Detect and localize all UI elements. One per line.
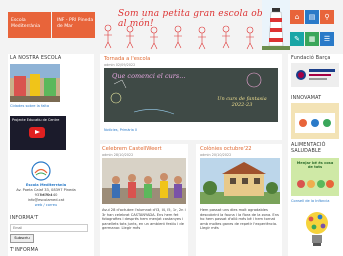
section-title-tinforma: T'INFORMA xyxy=(10,248,39,253)
nav-tab-inf-label: INF - PRI Pineda de Mar xyxy=(57,18,94,29)
menu-icon[interactable]: ☰ xyxy=(320,32,334,46)
section-title-fundacio: Fundació Barça xyxy=(291,56,331,61)
nav-tab-escola-label: Escola Mediterrània xyxy=(11,18,41,29)
section-title-innovamat: INNOVAMAT xyxy=(291,96,322,101)
colonies-photo[interactable] xyxy=(200,158,280,204)
chalkboard-image[interactable]: Que comenci el curs... Un curs de fantas… xyxy=(104,68,278,122)
document-icon[interactable]: ▤ xyxy=(305,10,319,24)
section-title-la-nostra-escola: LA NOSTRA ESCOLA xyxy=(10,56,62,61)
school-logo xyxy=(31,161,51,181)
post-excerpt-colonies: Hem passat uns dies molt agradables desc… xyxy=(200,208,279,231)
video-thumbnail[interactable]: Projecte Educatiu de Centre xyxy=(10,116,66,150)
play-icon[interactable] xyxy=(29,127,45,138)
email-field[interactable] xyxy=(10,224,88,232)
post-meta-colonies: admin 20/10/2022 xyxy=(200,153,232,157)
castanyada-photo[interactable] xyxy=(102,158,186,204)
innovamat-image[interactable] xyxy=(291,103,339,139)
home-icon[interactable]: ⌂ xyxy=(290,10,304,24)
post-title-castanyada[interactable]: Celebrem CastellWeert xyxy=(102,146,162,152)
department-icon[interactable]: ▦ xyxy=(305,32,319,46)
children-doodle-banner xyxy=(104,24,254,50)
post-meta-castanyada: admin 28/10/2022 xyxy=(102,153,134,157)
section-title-informat: INFORMA'T xyxy=(10,216,39,221)
logo-text: Escola Mediterrània xyxy=(25,183,67,187)
post-categories[interactable]: Notícies, Primària 0 xyxy=(104,128,137,132)
nav-tab-escola[interactable]: Escola Mediterrània xyxy=(8,12,51,38)
address-phone: 937 670 140 xyxy=(34,193,58,197)
fundacio-barca-banner[interactable] xyxy=(291,63,339,87)
address-email[interactable]: info@escolamed.cat xyxy=(14,198,78,203)
post-title-tornada[interactable]: Tornada a l'escola xyxy=(104,56,150,62)
photo-caption[interactable]: Cidades sobre la falta xyxy=(10,104,49,109)
address-links[interactable]: web / correu xyxy=(14,203,78,208)
lighthouse-illustration xyxy=(262,0,290,50)
nav-tab-inf-pri[interactable]: INF - PRI Pineda de Mar xyxy=(52,12,95,38)
healthy-eating-banner[interactable]: Menjar bé és cosa de tots xyxy=(291,158,339,196)
consell-caption[interactable]: Consell de la Infància xyxy=(291,199,329,204)
chalk-drawings xyxy=(110,72,262,115)
lightbulb-icon[interactable] xyxy=(300,208,334,252)
post-excerpt-castanyada: Avui 28 d'octubre l'alumnat d'I3, I4, I5… xyxy=(102,208,186,231)
video-label: Projecte Educatiu de Centre xyxy=(12,118,60,122)
subscribe-button[interactable]: Subscriu xyxy=(10,234,34,243)
pedagogy-icon[interactable]: ✎ xyxy=(290,32,304,46)
section-title-alimentacio: ALIMENTACIÓ SALUDABLE xyxy=(291,143,326,154)
board-text-bottom: Un curs de fantasia 2022-23 xyxy=(217,96,267,108)
school-photo[interactable] xyxy=(10,64,60,102)
search-icon[interactable]: ⚲ xyxy=(320,10,334,24)
healthy-banner-text: Menjar bé és cosa de tots xyxy=(296,161,334,169)
post-meta-tornada: admin 02/09/2022 xyxy=(104,63,136,67)
post-title-colonies[interactable]: Colònies octubre'22 xyxy=(200,146,252,152)
fruit-icons xyxy=(297,180,334,188)
